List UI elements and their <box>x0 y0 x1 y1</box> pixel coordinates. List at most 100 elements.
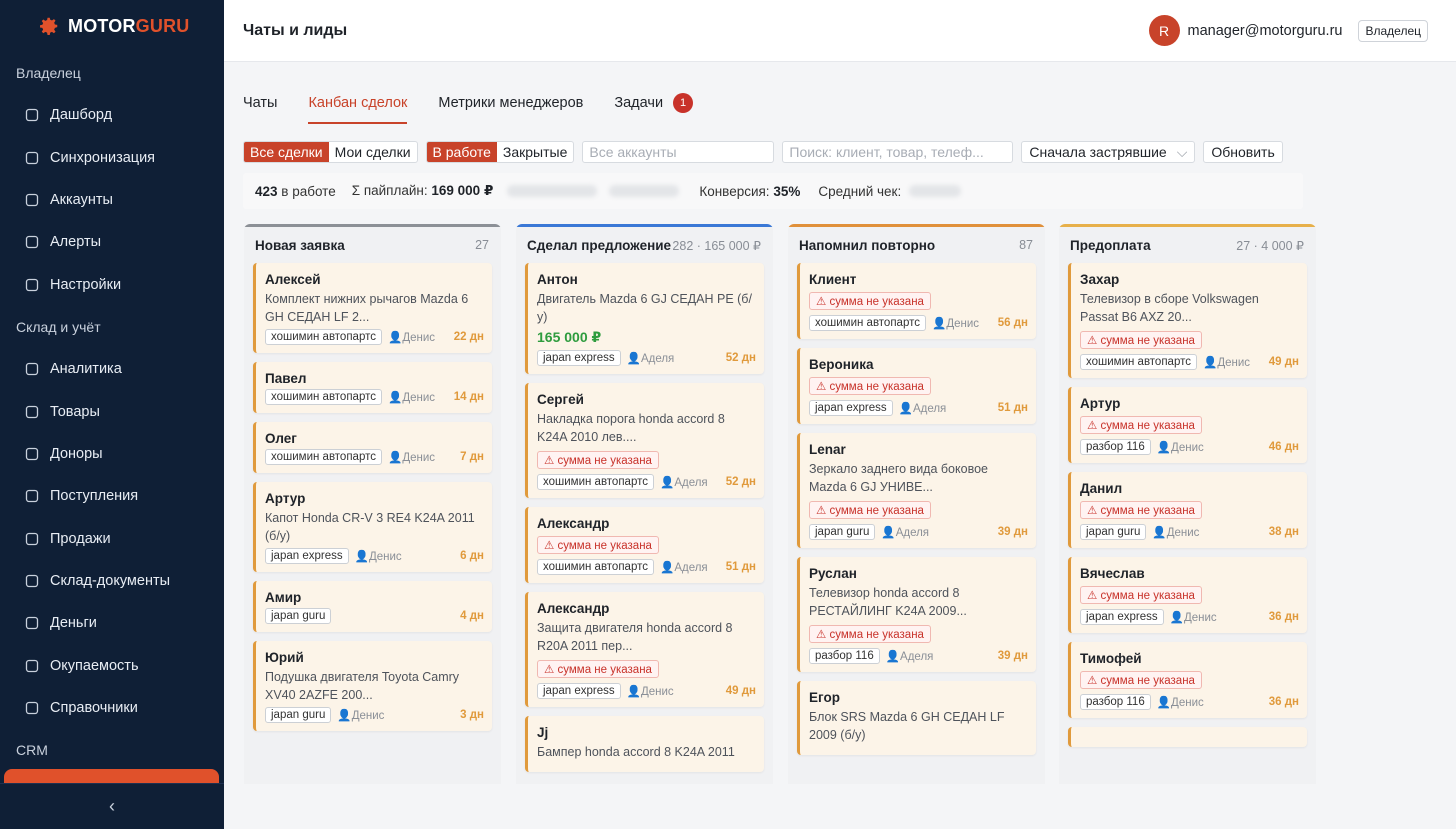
deal-card[interactable]: Антон Двигатель Mazda 6 GJ СЕДАН PE (б/у)… <box>525 263 764 374</box>
deal-item-description: Зеркало заднего вида боковое Mazda 6 GJ … <box>809 462 988 494</box>
deal-manager: Денис <box>402 392 436 404</box>
user-icon: 👤 <box>626 353 641 365</box>
deal-card[interactable]: Jj Бампер honda accord 8 K24A 2011 <box>525 716 764 772</box>
user-icon: 👤 <box>387 332 403 344</box>
deal-item-description: Защита двигателя honda accord 8 R20A 201… <box>537 621 733 653</box>
sort-select[interactable]: Сначала застрявшие ⌵ <box>1021 141 1196 163</box>
search-input[interactable]: Поиск: клиент, товар, телеф... <box>782 141 1014 163</box>
user-icon: 👤 <box>387 392 403 404</box>
sidebar-item[interactable]: Синхронизация <box>0 136 224 178</box>
deal-card[interactable]: Юрий Подушка двигателя Toyota Camry XV40 … <box>253 641 492 731</box>
sidebar-section-crm: CRM <box>16 742 48 759</box>
sidebar-item-label: Окупаемость <box>50 657 139 674</box>
deal-client-name: Вероника <box>809 357 874 372</box>
deal-item-description: Телевизор honda accord 8 РЕСТАЙЛИНГ K24A… <box>809 586 967 618</box>
sidebar-item[interactable]: Аккаунты <box>0 179 224 221</box>
sidebar-section-owner: Владелец <box>16 65 81 81</box>
my-deals-button[interactable]: Мои сделки <box>329 142 417 162</box>
deal-manager: Аделя <box>895 527 930 539</box>
deal-card[interactable]: Захар Телевизор в сборе Volkswagen Passat… <box>1068 263 1307 378</box>
accounts-select[interactable]: Все аккаунты <box>582 141 775 163</box>
sidebar-item-label: Справочники <box>50 700 138 717</box>
deal-card[interactable]: Амир japan guru 4 дн <box>253 581 492 632</box>
deal-card[interactable]: Александр Защита двигателя honda accord 8… <box>525 592 764 707</box>
user-menu[interactable]: R manager@motorguru.ru Владелец <box>1148 15 1428 46</box>
sidebar-item[interactable]: Доноры <box>0 433 224 475</box>
deal-card[interactable]: Артур Капот Honda CR-V 3 RE4 K24A 2011 (б… <box>253 482 492 572</box>
deal-client-name: Антон <box>537 272 578 287</box>
all-deals-button[interactable]: Все сделки <box>244 142 329 162</box>
deal-card[interactable]: Руслан Телевизор honda accord 8 РЕСТАЙЛИН… <box>797 557 1036 672</box>
deal-card[interactable]: Клиент ⚠ сумма не указана хошимин автопарт… <box>797 263 1036 339</box>
sidebar-section-warehouse: Склад и учёт <box>16 318 101 335</box>
sidebar-item[interactable]: Алерты <box>0 221 224 263</box>
deal-age: 46 дн <box>1268 441 1299 453</box>
in-work-button[interactable]: В работе <box>426 142 497 162</box>
sidebar-item[interactable]: Дашборд <box>0 94 224 136</box>
tab-tasks[interactable]: Задачи 1 <box>614 88 694 124</box>
deal-manager: Денис <box>1183 612 1217 624</box>
blurred-stat <box>909 185 962 197</box>
blurred-stat <box>507 185 598 197</box>
logo[interactable]: MOTORGURU <box>0 0 224 52</box>
sidebar-item[interactable]: Настройки <box>0 264 224 306</box>
deal-item-description: Двигатель Mazda 6 GJ СЕДАН PE (б/у) <box>537 292 752 324</box>
deal-card[interactable]: Тимофей ⚠ сумма не указана разбор 116 👤Дени… <box>1068 642 1307 718</box>
deal-client-name: Олег <box>265 431 297 446</box>
deal-manager: Денис <box>368 551 402 563</box>
deal-card[interactable]: Вероника ⚠ сумма не указана japan express 👤… <box>797 348 1036 424</box>
deal-card[interactable] <box>1068 727 1307 747</box>
sidebar: MOTORGURU Владелец Дашборд Синхронизация А… <box>0 0 224 829</box>
sidebar-item[interactable]: Окупаемость <box>0 645 224 687</box>
deal-card[interactable]: Олег хошимин автопартс 👤Денис 7 дн <box>253 422 492 473</box>
deal-card[interactable]: Данил ⚠ сумма не указана japan guru 👤Денис 3… <box>1068 472 1307 548</box>
page-title: Чаты и лиды <box>243 21 348 39</box>
refresh-button[interactable]: Обновить <box>1203 141 1283 163</box>
sidebar-item[interactable]: Справочники <box>0 687 224 729</box>
deal-card[interactable]: Егор Блок SRS Mazda 6 GH СЕДАН LF 2009 (б… <box>797 681 1036 755</box>
deal-client-name: Артур <box>265 491 306 506</box>
account-tag: japan express <box>809 400 893 416</box>
deal-card[interactable]: Александр ⚠ сумма не указана хошимин автоп… <box>525 507 764 583</box>
deal-client-name: Александр <box>537 601 610 616</box>
deal-card[interactable]: Сергей Накладка порога honda accord 8 K24… <box>525 383 764 498</box>
deal-card[interactable]: Павел хошимин автопартс 👤Денис 14 дн <box>253 362 492 413</box>
account-tag: japan guru <box>809 524 876 540</box>
deal-manager: Денис <box>1217 357 1251 369</box>
sidebar-item[interactable]: Продажи <box>0 518 224 560</box>
sidebar-item[interactable]: Товары <box>0 390 224 432</box>
deal-age: 51 дн <box>997 402 1028 414</box>
deal-card[interactable]: Алексей Комплект нижних рычагов Mazda 6 G… <box>253 263 492 353</box>
deal-manager: Аделя <box>640 353 675 365</box>
deal-client-name: Руслан <box>809 566 857 581</box>
deal-meta: разбор 116 👤Денис 46 дн <box>1080 439 1299 455</box>
tab-deals-kanban[interactable]: Канбан сделок <box>308 88 407 124</box>
sidebar-item[interactable]: Деньги <box>0 602 224 644</box>
deal-age: 7 дн <box>460 451 484 463</box>
deal-item-description: Бампер honda accord 8 K24A 2011 <box>537 745 735 759</box>
avatar[interactable]: R <box>1148 15 1180 46</box>
sidebar-item[interactable]: Склад-документы <box>0 560 224 602</box>
deal-manager: Аделя <box>674 477 708 489</box>
tab-chats[interactable]: Чаты <box>243 88 277 124</box>
amount-missing-warning: ⚠ сумма не указана <box>809 625 931 643</box>
amount-missing-warning: ⚠ сумма не указана <box>537 536 659 554</box>
deal-card[interactable]: Артур ⚠ сумма не указана разбор 116 👤Денис 4… <box>1068 387 1307 463</box>
sidebar-item[interactable]: Поступления <box>0 475 224 517</box>
deal-card[interactable]: Вячеслав ⚠ сумма не указана japan express 👤… <box>1068 557 1307 633</box>
amount-missing-warning: ⚠ сумма не указана <box>537 451 659 469</box>
column-title: Сделал предложение <box>527 237 672 253</box>
sidebar-item[interactable]: Аналитика <box>0 348 224 390</box>
user-icon: 👤 <box>1152 527 1167 539</box>
closed-button[interactable]: Закрытые <box>497 142 573 162</box>
kanban-column: Новая заявка 27 Алексей Комплект нижних рыч… <box>244 224 501 784</box>
amount-missing-warning: ⚠ сумма не указана <box>1080 671 1202 689</box>
deal-client-name: Алексей <box>265 272 321 287</box>
deal-client-name: Клиент <box>809 272 857 287</box>
column-header: Предоплата 27 · 4 000 ₽ <box>1059 227 1316 263</box>
collapse-sidebar-button[interactable]: ‹ <box>0 783 224 829</box>
deal-card[interactable]: Lenar Зеркало заднего вида боковое Mazda … <box>797 433 1036 548</box>
tab-manager-metrics[interactable]: Метрики менеджеров <box>438 88 583 124</box>
account-tag: japan guru <box>265 707 332 723</box>
owner-filter: Все сделки Мои сделки <box>243 141 418 163</box>
